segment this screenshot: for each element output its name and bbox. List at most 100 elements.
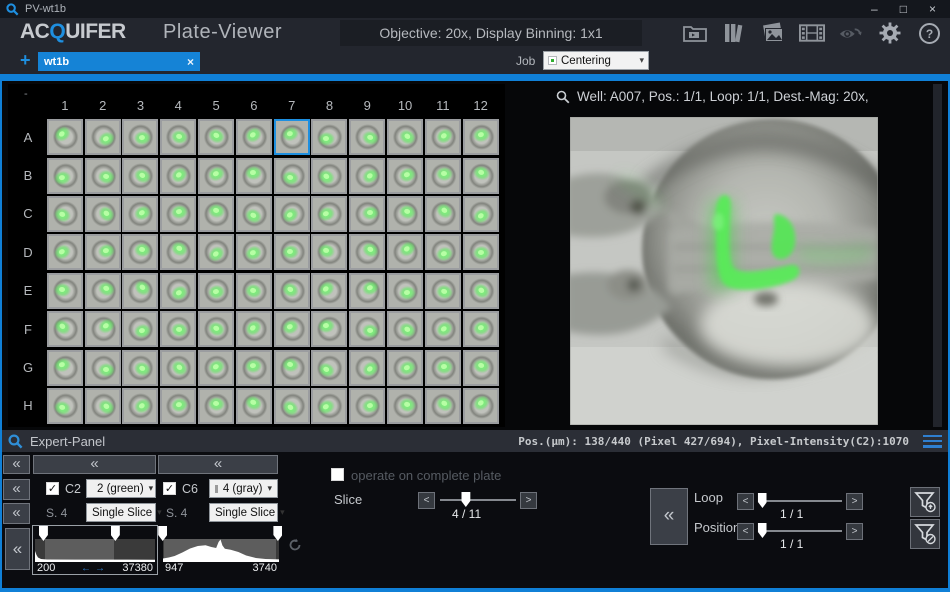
filter-clear-button[interactable] [910, 519, 940, 549]
well-E10[interactable] [387, 273, 423, 309]
channel-c2-checkbox[interactable]: ✓ [46, 482, 59, 495]
well-G5[interactable] [198, 350, 234, 386]
well-C6[interactable] [236, 196, 272, 232]
well-A11[interactable] [425, 119, 461, 155]
loop-prev-button[interactable]: < [737, 493, 754, 510]
well-A9[interactable] [349, 119, 385, 155]
reset-histogram-icon[interactable] [288, 538, 302, 557]
well-G10[interactable] [387, 350, 423, 386]
well-G12[interactable] [463, 350, 499, 386]
well-D1[interactable] [47, 234, 83, 270]
well-G2[interactable] [85, 350, 121, 386]
well-C1[interactable] [47, 196, 83, 232]
slider-track[interactable] [760, 500, 842, 502]
slider-track[interactable] [760, 530, 842, 532]
well-G4[interactable] [160, 350, 196, 386]
slice-next-button[interactable]: > [520, 492, 537, 509]
well-D7[interactable] [274, 234, 310, 270]
well-E3[interactable] [122, 273, 158, 309]
well-F3[interactable] [122, 311, 158, 347]
well-H5[interactable] [198, 388, 234, 424]
well-F8[interactable] [311, 311, 347, 347]
live-view-icon[interactable] [838, 21, 864, 45]
well-A4[interactable] [160, 119, 196, 155]
maximize-button[interactable]: □ [900, 1, 907, 17]
well-A6[interactable] [236, 119, 272, 155]
well-D8[interactable] [311, 234, 347, 270]
well-E1[interactable] [47, 273, 83, 309]
well-A12[interactable] [463, 119, 499, 155]
well-C2[interactable] [85, 196, 121, 232]
position-slider-handle[interactable] [758, 523, 767, 538]
minimize-button[interactable]: – [871, 1, 878, 17]
filter-apply-button[interactable] [910, 487, 940, 517]
well-D4[interactable] [160, 234, 196, 270]
well-B9[interactable] [349, 158, 385, 194]
collapse-channel2-button[interactable]: « [158, 455, 278, 474]
operate-complete-plate-checkbox[interactable] [331, 468, 344, 481]
well-F10[interactable] [387, 311, 423, 347]
well-D10[interactable] [387, 234, 423, 270]
well-H6[interactable] [236, 388, 272, 424]
well-C8[interactable] [311, 196, 347, 232]
well-B6[interactable] [236, 158, 272, 194]
slice-prev-button[interactable]: < [418, 492, 435, 509]
well-F5[interactable] [198, 311, 234, 347]
well-F12[interactable] [463, 311, 499, 347]
well-D5[interactable] [198, 234, 234, 270]
well-A8[interactable] [311, 119, 347, 155]
well-G11[interactable] [425, 350, 461, 386]
well-B8[interactable] [311, 158, 347, 194]
well-B12[interactable] [463, 158, 499, 194]
well-A3[interactable] [122, 119, 158, 155]
well-E9[interactable] [349, 273, 385, 309]
well-H7[interactable] [274, 388, 310, 424]
well-D6[interactable] [236, 234, 272, 270]
well-H2[interactable] [85, 388, 121, 424]
close-button[interactable]: × [929, 1, 936, 17]
well-H1[interactable] [47, 388, 83, 424]
well-C9[interactable] [349, 196, 385, 232]
well-F2[interactable] [85, 311, 121, 347]
collapse-row-button[interactable]: « [3, 479, 30, 500]
well-C7[interactable] [274, 196, 310, 232]
collapse-loop-position-button[interactable]: « [650, 488, 688, 545]
well-E4[interactable] [160, 273, 196, 309]
well-H10[interactable] [387, 388, 423, 424]
tab-close-icon[interactable]: × [187, 55, 194, 69]
add-tab-button[interactable]: + [20, 50, 31, 71]
position-next-button[interactable]: > [846, 523, 863, 540]
library-icon[interactable] [721, 21, 747, 45]
well-A2[interactable] [85, 119, 121, 155]
well-C12[interactable] [463, 196, 499, 232]
well-G6[interactable] [236, 350, 272, 386]
snapshots-icon[interactable] [760, 21, 786, 45]
loop-next-button[interactable]: > [846, 493, 863, 510]
help-icon[interactable]: ? [916, 21, 942, 45]
well-E6[interactable] [236, 273, 272, 309]
well-G3[interactable] [122, 350, 158, 386]
job-select[interactable]: Centering ▾ [543, 51, 649, 70]
well-F4[interactable] [160, 311, 196, 347]
well-F11[interactable] [425, 311, 461, 347]
collapse-channel1-button[interactable]: « [33, 455, 156, 474]
well-G1[interactable] [47, 350, 83, 386]
well-B3[interactable] [122, 158, 158, 194]
well-E12[interactable] [463, 273, 499, 309]
tab-wt1b[interactable]: wt1b × [38, 52, 200, 71]
loop-slider-handle[interactable] [758, 493, 767, 508]
well-D3[interactable] [122, 234, 158, 270]
well-F7[interactable] [274, 311, 310, 347]
well-G8[interactable] [311, 350, 347, 386]
auto-range-arrows-icon[interactable]: ←→ [37, 563, 153, 574]
well-B5[interactable] [198, 158, 234, 194]
well-E8[interactable] [311, 273, 347, 309]
well-H3[interactable] [122, 388, 158, 424]
well-B11[interactable] [425, 158, 461, 194]
settings-icon[interactable] [877, 21, 903, 45]
movie-icon[interactable] [799, 21, 825, 45]
well-D12[interactable] [463, 234, 499, 270]
well-D11[interactable] [425, 234, 461, 270]
slice-slider-handle[interactable] [461, 492, 470, 507]
well-H9[interactable] [349, 388, 385, 424]
